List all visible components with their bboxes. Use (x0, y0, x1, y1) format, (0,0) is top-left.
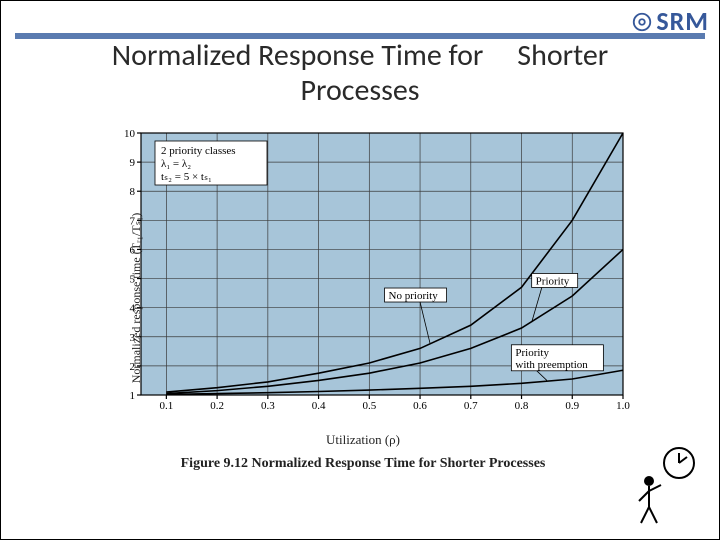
svg-text:9: 9 (130, 157, 136, 169)
svg-text:10: 10 (124, 128, 136, 140)
x-axis-label: Utilization (ρ) (93, 432, 633, 448)
chart-figure: Normalized response time (Tᵣ₁/Tₛ₁) 12345… (93, 123, 633, 472)
svg-text:8: 8 (130, 186, 136, 198)
svg-text:0.2: 0.2 (210, 400, 224, 412)
svg-text:Priority: Priority (536, 275, 570, 287)
figure-caption: Figure 9.12 Normalized Response Time for… (93, 456, 633, 472)
svg-text:Priority: Priority (515, 347, 549, 359)
title-line2: Processes (300, 72, 419, 109)
title-right: Shorter (517, 37, 608, 74)
svg-text:λ₁ = λ₂: λ₁ = λ₂ (161, 158, 191, 170)
svg-text:0.9: 0.9 (565, 400, 579, 412)
svg-text:with preemption: with preemption (515, 359, 588, 371)
y-axis-label: Normalized response time (Tᵣ₁/Tₛ₁) (129, 212, 144, 383)
svg-text:No priority: No priority (389, 290, 439, 302)
svg-text:0.1: 0.1 (159, 400, 173, 412)
svg-text:0.8: 0.8 (515, 400, 529, 412)
title-line1: Normalized Response Time for (112, 37, 484, 74)
person-clock-icon (631, 445, 701, 525)
svg-text:0.5: 0.5 (362, 400, 376, 412)
svg-text:0.3: 0.3 (261, 400, 275, 412)
svg-text:0.6: 0.6 (413, 400, 427, 412)
page-title: Normalized Response Time for Shorter Pro… (5, 39, 715, 108)
svg-text:1: 1 (130, 390, 136, 402)
svg-text:0.7: 0.7 (464, 400, 478, 412)
svg-text:1.0: 1.0 (616, 400, 630, 412)
slide: SRM Normalized Response Time for Shorter… (0, 0, 720, 540)
svg-text:2 priority classes: 2 priority classes (161, 145, 236, 157)
svg-text:tₛ₂ = 5 × tₛ₁: tₛ₂ = 5 × tₛ₁ (161, 171, 212, 183)
chart-svg: 123456789100.10.20.30.40.50.60.70.80.91.… (93, 123, 633, 423)
svg-text:0.4: 0.4 (312, 400, 326, 412)
